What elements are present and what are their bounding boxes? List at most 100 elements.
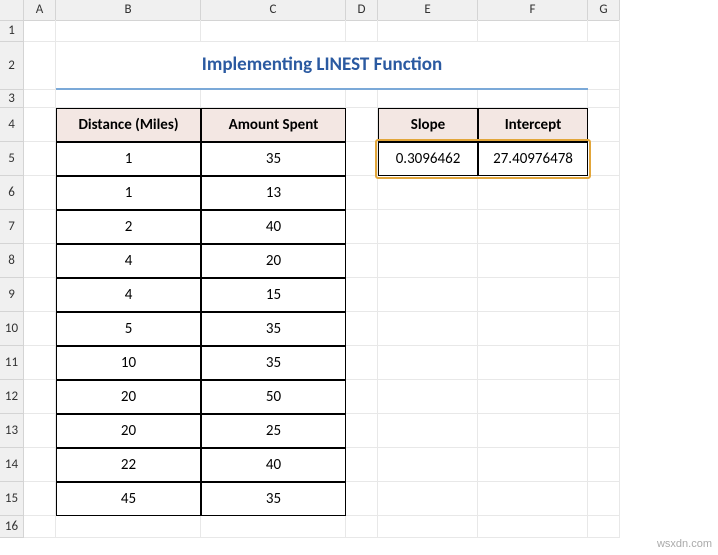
cell-C8[interactable]: 20 xyxy=(201,244,346,278)
header-distance[interactable]: Distance (Miles) xyxy=(56,108,201,142)
row-header-7[interactable]: 7 xyxy=(0,210,24,244)
cell-C5[interactable]: 35 xyxy=(201,142,346,176)
header-amount[interactable]: Amount Spent xyxy=(201,108,346,142)
col-header-D[interactable]: D xyxy=(346,0,378,21)
cell-E12[interactable] xyxy=(378,380,478,414)
cell-E10[interactable] xyxy=(378,312,478,346)
cell-G2[interactable] xyxy=(588,42,620,90)
cell-B13[interactable]: 20 xyxy=(56,414,201,448)
cell-C15[interactable]: 35 xyxy=(201,482,346,516)
cell-B7[interactable]: 2 xyxy=(56,210,201,244)
cell-C6[interactable]: 13 xyxy=(201,176,346,210)
cell-E11[interactable] xyxy=(378,346,478,380)
cell-E6[interactable] xyxy=(378,176,478,210)
col-header-B[interactable]: B xyxy=(56,0,201,21)
cell-B9[interactable]: 4 xyxy=(56,278,201,312)
cell-E14[interactable] xyxy=(378,448,478,482)
cell-C3[interactable] xyxy=(201,90,346,108)
cell-A16[interactable] xyxy=(24,516,56,538)
select-all-corner[interactable] xyxy=(0,0,24,21)
row-header-11[interactable]: 11 xyxy=(0,346,24,380)
col-header-A[interactable]: A xyxy=(24,0,56,21)
cell-G9[interactable] xyxy=(588,278,620,312)
col-header-F[interactable]: F xyxy=(478,0,588,21)
cell-G1[interactable] xyxy=(588,20,620,42)
cell-D1[interactable] xyxy=(346,20,378,42)
cell-B3[interactable] xyxy=(56,90,201,108)
cell-E1[interactable] xyxy=(378,20,478,42)
cell-C12[interactable]: 50 xyxy=(201,380,346,414)
cell-intercept-value[interactable]: 27.40976478 xyxy=(478,142,588,176)
cell-F13[interactable] xyxy=(478,414,588,448)
cell-G5[interactable] xyxy=(588,142,620,176)
cell-B12[interactable]: 20 xyxy=(56,380,201,414)
cell-E8[interactable] xyxy=(378,244,478,278)
cell-F6[interactable] xyxy=(478,176,588,210)
cell-B5[interactable]: 1 xyxy=(56,142,201,176)
cell-A13[interactable] xyxy=(24,414,56,448)
cell-G15[interactable] xyxy=(588,482,620,516)
cell-A3[interactable] xyxy=(24,90,56,108)
cell-E13[interactable] xyxy=(378,414,478,448)
cell-D4[interactable] xyxy=(346,108,378,142)
cell-F1[interactable] xyxy=(478,20,588,42)
cell-C10[interactable]: 35 xyxy=(201,312,346,346)
cell-A12[interactable] xyxy=(24,380,56,414)
cell-F12[interactable] xyxy=(478,380,588,414)
col-header-G[interactable]: G xyxy=(588,0,620,21)
cell-E3[interactable] xyxy=(378,90,478,108)
cell-G12[interactable] xyxy=(588,380,620,414)
cell-C13[interactable]: 25 xyxy=(201,414,346,448)
row-header-5[interactable]: 5 xyxy=(0,142,24,176)
cell-A7[interactable] xyxy=(24,210,56,244)
row-header-16[interactable]: 16 xyxy=(0,516,24,538)
cell-G3[interactable] xyxy=(588,90,620,108)
cell-B8[interactable]: 4 xyxy=(56,244,201,278)
cell-G16[interactable] xyxy=(588,516,620,538)
cell-A11[interactable] xyxy=(24,346,56,380)
cell-A15[interactable] xyxy=(24,482,56,516)
cell-B16[interactable] xyxy=(56,516,201,538)
row-header-15[interactable]: 15 xyxy=(0,482,24,516)
row-header-9[interactable]: 9 xyxy=(0,278,24,312)
row-header-3[interactable]: 3 xyxy=(0,90,24,108)
cell-A5[interactable] xyxy=(24,142,56,176)
cell-E16[interactable] xyxy=(378,516,478,538)
cell-D9[interactable] xyxy=(346,278,378,312)
cell-slope-value[interactable]: 0.3096462 xyxy=(378,142,478,176)
cell-E7[interactable] xyxy=(378,210,478,244)
col-header-E[interactable]: E xyxy=(378,0,478,21)
row-header-14[interactable]: 14 xyxy=(0,448,24,482)
cell-D16[interactable] xyxy=(346,516,378,538)
cell-F7[interactable] xyxy=(478,210,588,244)
cell-C11[interactable]: 35 xyxy=(201,346,346,380)
col-header-C[interactable]: C xyxy=(201,0,346,21)
cell-E9[interactable] xyxy=(378,278,478,312)
cell-D12[interactable] xyxy=(346,380,378,414)
cell-F15[interactable] xyxy=(478,482,588,516)
cell-D11[interactable] xyxy=(346,346,378,380)
cell-F11[interactable] xyxy=(478,346,588,380)
cell-A8[interactable] xyxy=(24,244,56,278)
cell-D7[interactable] xyxy=(346,210,378,244)
cell-F8[interactable] xyxy=(478,244,588,278)
cell-A6[interactable] xyxy=(24,176,56,210)
cell-B10[interactable]: 5 xyxy=(56,312,201,346)
cell-F16[interactable] xyxy=(478,516,588,538)
header-slope[interactable]: Slope xyxy=(378,108,478,142)
cell-G11[interactable] xyxy=(588,346,620,380)
cell-D6[interactable] xyxy=(346,176,378,210)
cell-C1[interactable] xyxy=(201,20,346,42)
cell-F10[interactable] xyxy=(478,312,588,346)
cell-B6[interactable]: 1 xyxy=(56,176,201,210)
cell-A2[interactable] xyxy=(24,42,56,90)
row-header-8[interactable]: 8 xyxy=(0,244,24,278)
cell-F14[interactable] xyxy=(478,448,588,482)
cell-C7[interactable]: 40 xyxy=(201,210,346,244)
cell-G10[interactable] xyxy=(588,312,620,346)
cell-D5[interactable] xyxy=(346,142,378,176)
cell-D15[interactable] xyxy=(346,482,378,516)
cell-F3[interactable] xyxy=(478,90,588,108)
row-header-1[interactable]: 1 xyxy=(0,20,24,42)
cell-C9[interactable]: 15 xyxy=(201,278,346,312)
